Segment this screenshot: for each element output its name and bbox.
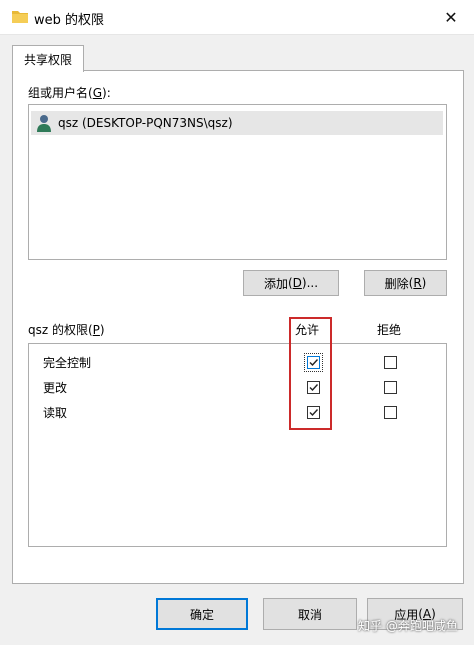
watermark: 知乎 @奔跑吧咸鱼 — [358, 619, 458, 633]
permissions-list: 完全控制 更改 读取 — [28, 343, 447, 547]
deny-full-control-checkbox[interactable] — [384, 356, 397, 369]
user-name: qsz (DESKTOP-PQN73NS\qsz) — [58, 116, 233, 130]
folder-icon — [12, 11, 28, 23]
close-button[interactable]: ✕ — [428, 0, 474, 34]
tab-label: 共享权限 — [23, 52, 72, 67]
permissions-title: qsz 的权限(P) — [28, 323, 105, 337]
add-button[interactable]: 添加(D)... — [243, 270, 339, 296]
permission-row-change: 更改 — [43, 380, 68, 395]
permission-row-read: 读取 — [43, 405, 68, 420]
tab-share-permissions[interactable]: 共享权限 — [12, 45, 84, 72]
cancel-button[interactable]: 取消 — [263, 598, 357, 630]
user-icon — [37, 115, 51, 132]
permission-row-full-control: 完全控制 — [43, 355, 92, 370]
close-icon: ✕ — [444, 7, 458, 27]
list-item[interactable]: qsz (DESKTOP-PQN73NS\qsz) — [31, 111, 443, 135]
ok-button[interactable]: 确定 — [156, 598, 248, 630]
window-title: web 的权限 — [34, 13, 105, 28]
title-bar: web 的权限 ✕ — [0, 0, 474, 35]
deny-read-checkbox[interactable] — [384, 406, 397, 419]
deny-column-header: 拒绝 — [377, 323, 402, 337]
deny-change-checkbox[interactable] — [384, 381, 397, 394]
groups-listbox[interactable]: qsz (DESKTOP-PQN73NS\qsz) — [28, 104, 447, 260]
remove-button[interactable]: 删除(R) — [364, 270, 447, 296]
allow-column-highlight — [289, 317, 332, 430]
groups-label: 组或用户名(G): — [28, 86, 111, 100]
